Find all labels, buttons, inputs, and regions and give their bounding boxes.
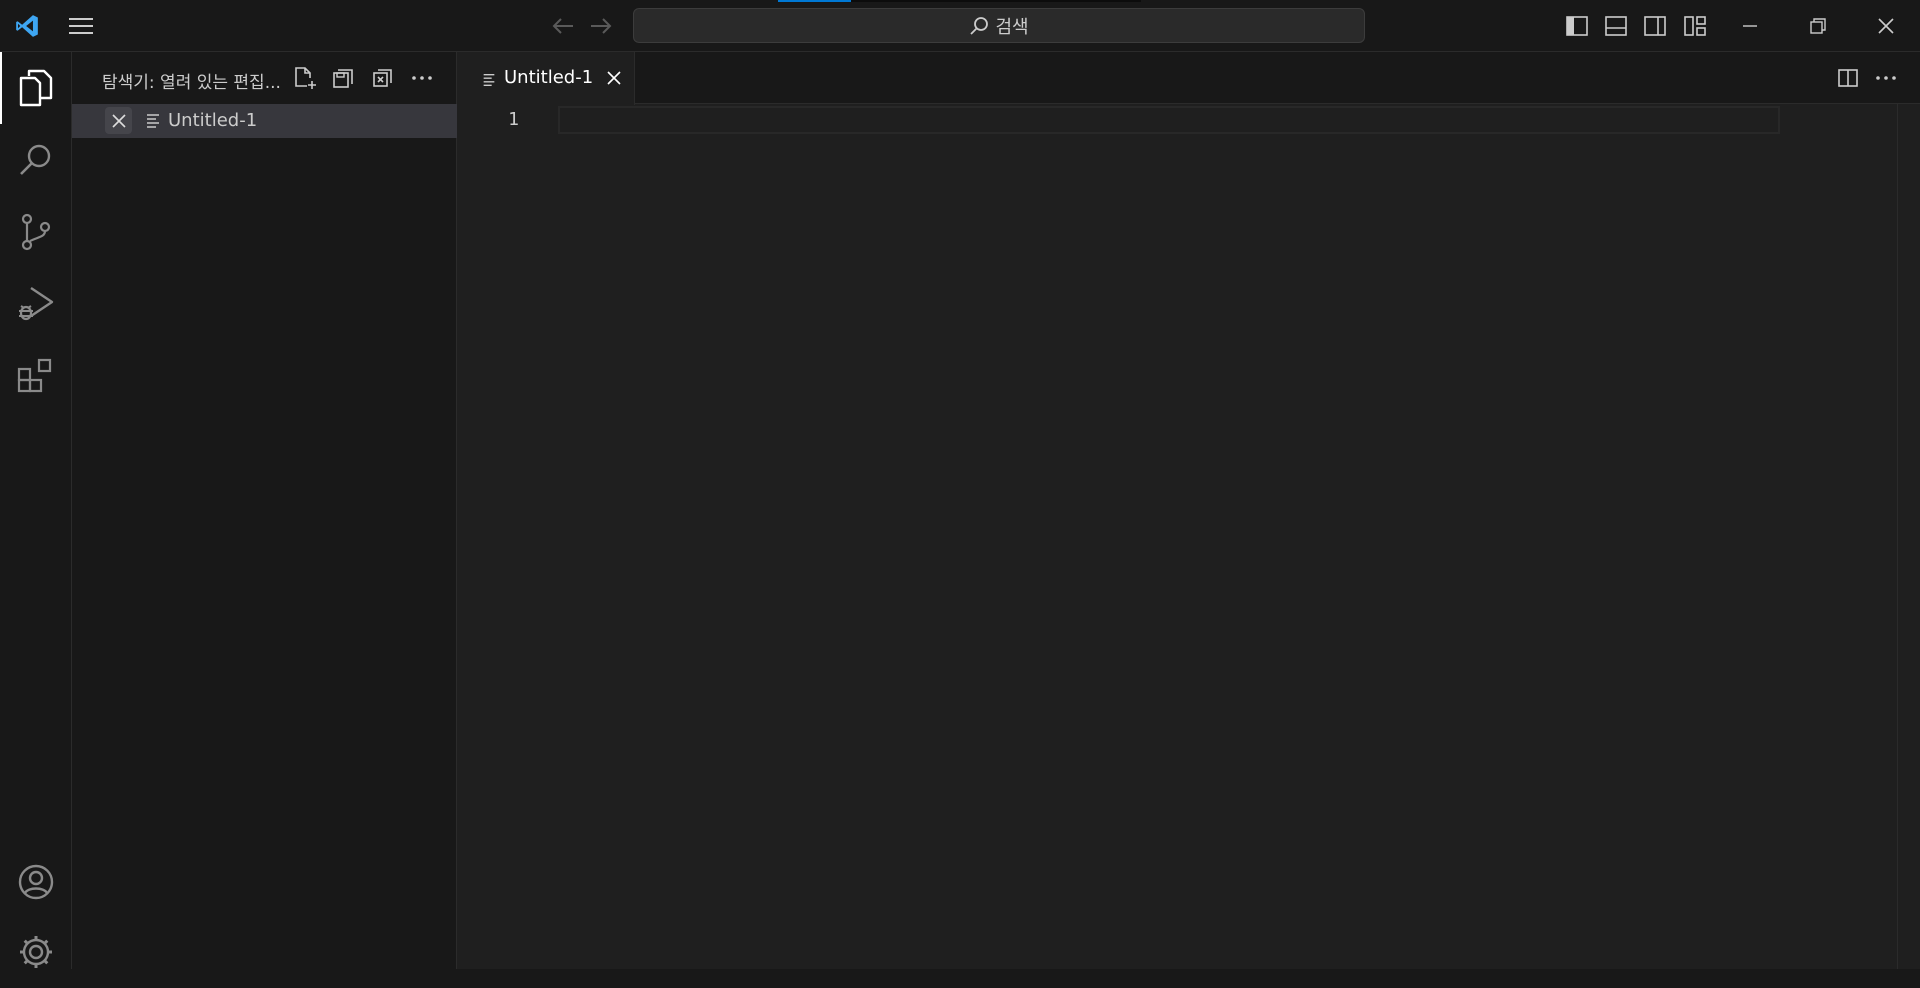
title-bar: 검색 xyxy=(0,0,1920,52)
text-file-icon xyxy=(483,73,495,87)
tab-close-button[interactable] xyxy=(604,68,624,88)
command-center-search[interactable]: 검색 xyxy=(633,8,1365,43)
extensions-activity[interactable] xyxy=(0,340,72,412)
save-all-icon xyxy=(333,69,353,88)
close-all-icon xyxy=(373,69,392,87)
progress-indicator xyxy=(778,0,851,2)
split-editor-icon xyxy=(1838,69,1858,87)
ellipsis-icon xyxy=(412,76,432,80)
toggle-secondary-sidebar-icon[interactable] xyxy=(1641,14,1669,38)
line-number: 1 xyxy=(508,109,519,130)
search-icon xyxy=(20,144,51,175)
text-file-icon xyxy=(147,114,159,128)
source-control-icon xyxy=(21,213,51,251)
more-actions-button[interactable] xyxy=(409,65,435,91)
files-icon xyxy=(19,69,53,107)
editor-text-area[interactable] xyxy=(558,106,1780,134)
manage-activity[interactable] xyxy=(0,916,72,988)
toggle-primary-sidebar-icon[interactable] xyxy=(1563,14,1591,38)
accounts-activity[interactable] xyxy=(0,846,72,918)
close-all-editors-button[interactable] xyxy=(370,65,396,91)
customize-layout-icon[interactable] xyxy=(1681,14,1709,38)
restore-icon[interactable] xyxy=(1798,12,1838,40)
explorer-sidebar: 탐색기: 열려 있는 편집... Untitled-1 xyxy=(72,52,457,969)
split-editor-button[interactable] xyxy=(1835,65,1861,91)
forward-arrow-icon[interactable] xyxy=(586,14,616,38)
run-debug-icon xyxy=(19,287,54,321)
close-icon xyxy=(607,71,621,85)
menu-icon[interactable] xyxy=(66,12,96,40)
sidebar-title: 탐색기: 열려 있는 편집... xyxy=(102,73,281,93)
new-file-icon xyxy=(295,67,316,89)
source-control-activity[interactable] xyxy=(0,196,72,268)
extensions-icon xyxy=(17,358,52,393)
search-label: 검색 xyxy=(995,16,1029,38)
tab-untitled-1[interactable]: Untitled-1 xyxy=(457,52,635,105)
editor-area: Untitled-1 1 xyxy=(457,52,1920,969)
account-icon xyxy=(18,864,54,900)
save-all-button[interactable] xyxy=(331,65,357,91)
open-editor-label: Untitled-1 xyxy=(168,110,258,131)
close-editor-button[interactable] xyxy=(105,107,132,134)
editor-more-actions-button[interactable] xyxy=(1873,65,1899,91)
tab-label: Untitled-1 xyxy=(504,67,594,88)
vertical-scrollbar[interactable] xyxy=(1897,104,1898,969)
search-activity[interactable] xyxy=(0,124,72,196)
sidebar-header: 탐색기: 열려 있는 편집... xyxy=(72,52,457,104)
toggle-panel-icon[interactable] xyxy=(1602,14,1630,38)
tab-bar: Untitled-1 xyxy=(457,52,1920,105)
explorer-activity[interactable] xyxy=(0,52,72,124)
close-icon xyxy=(111,113,126,128)
close-window-icon[interactable] xyxy=(1866,12,1906,40)
active-indicator xyxy=(0,52,2,124)
vscode-logo-icon xyxy=(12,12,42,40)
open-editor-item[interactable]: Untitled-1 xyxy=(72,104,457,138)
back-arrow-icon[interactable] xyxy=(548,14,578,38)
run-debug-activity[interactable] xyxy=(0,268,72,340)
ellipsis-icon xyxy=(1876,76,1896,80)
settings-gear-icon xyxy=(20,936,52,968)
minimize-icon[interactable] xyxy=(1730,12,1770,40)
activity-bar xyxy=(0,52,72,969)
new-untitled-file-button[interactable] xyxy=(292,65,318,91)
search-small-icon xyxy=(970,16,989,35)
